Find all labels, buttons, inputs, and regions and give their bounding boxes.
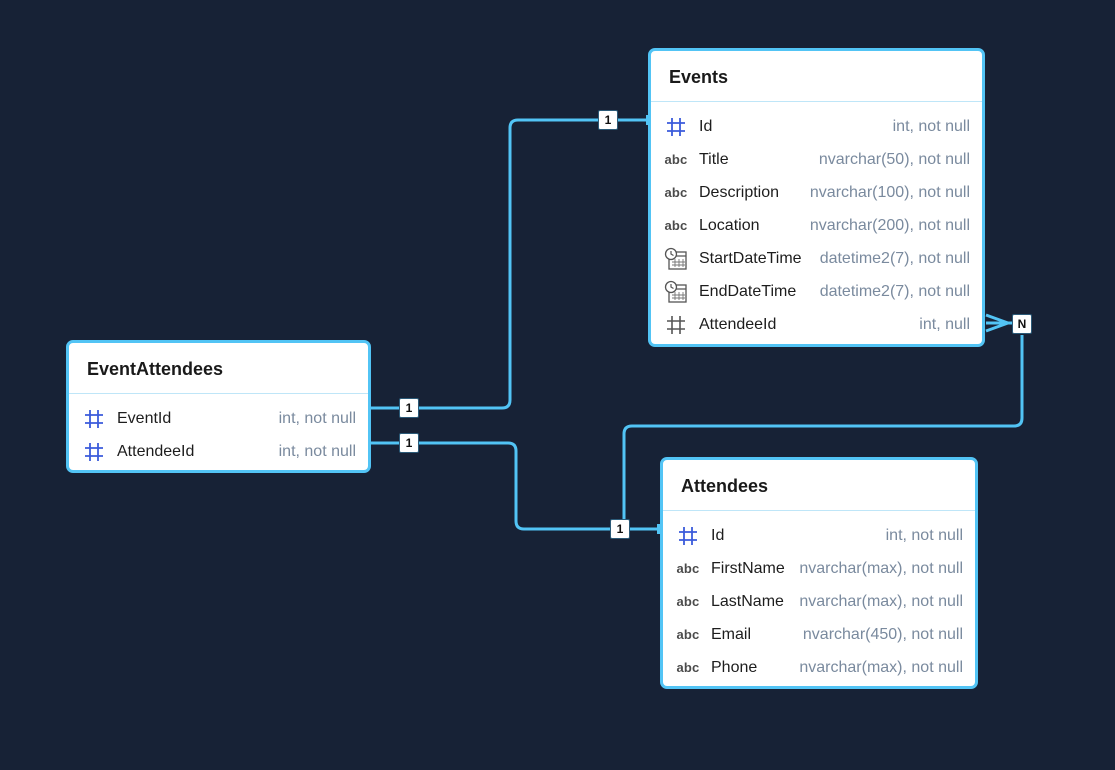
column-row-email[interactable]: abc Email nvarchar(450), not null [663,618,975,651]
column-type: nvarchar(50), not null [818,150,970,168]
column-type: int, not null [278,409,356,427]
cardinality-badge-eventattendees-attendeeid: 1 [399,433,419,453]
table-title[interactable]: Events [651,51,982,102]
relationship-line-attendeeid-attendees[interactable] [370,441,660,531]
text-abc-icon: abc [676,561,700,576]
hash-icon [663,313,689,337]
column-name: Title [699,150,729,168]
datetime-icon [663,247,689,271]
text-abc-icon: abc [664,218,688,233]
column-type: int, not null [885,526,963,544]
column-row-startdatetime[interactable]: StartDateTime datetime2(7), not null [651,242,982,275]
crows-foot-marker [985,313,1009,333]
column-type: int, not null [278,442,356,460]
column-type: nvarchar(450), not null [802,625,963,643]
column-name: Email [711,625,752,643]
column-list: Id int, not null abc FirstName nvarchar(… [663,511,975,684]
hash-key-icon [81,440,107,464]
column-type: datetime2(7), not null [819,249,970,267]
column-list: Id int, not null abc Title nvarchar(50),… [651,102,982,341]
column-row-location[interactable]: abc Location nvarchar(200), not null [651,209,982,242]
column-row-description[interactable]: abc Description nvarchar(100), not null [651,176,982,209]
text-abc-icon: abc [676,660,700,675]
column-row-lastname[interactable]: abc LastName nvarchar(max), not null [663,585,975,618]
column-name: EventId [117,409,172,427]
column-row-eventid[interactable]: EventId int, not null [69,402,368,435]
column-row-title[interactable]: abc Title nvarchar(50), not null [651,143,982,176]
column-name: Id [699,117,713,135]
table-attendees[interactable]: Attendees Id int, not null abc FirstName… [660,457,978,689]
table-title[interactable]: EventAttendees [69,343,368,394]
column-name: StartDateTime [699,249,802,267]
table-title[interactable]: Attendees [663,460,975,511]
text-abc-icon: abc [664,185,688,200]
column-type: nvarchar(max), not null [799,559,963,577]
hash-key-icon [81,407,107,431]
column-type: nvarchar(max), not null [799,592,963,610]
column-name: AttendeeId [699,315,777,333]
column-name: Id [711,526,725,544]
hash-key-icon [663,115,689,139]
column-row-attendeeid[interactable]: AttendeeId int, not null [69,435,368,468]
text-abc-icon: abc [676,627,700,642]
cardinality-badge-attendees-id: 1 [610,519,630,539]
text-abc-icon: abc [664,152,688,167]
column-name: Phone [711,658,758,676]
column-name: FirstName [711,559,785,577]
column-name: AttendeeId [117,442,195,460]
column-row-attendeeid[interactable]: AttendeeId int, null [651,308,982,341]
column-type: nvarchar(100), not null [809,183,970,201]
column-type: nvarchar(200), not null [809,216,970,234]
column-row-phone[interactable]: abc Phone nvarchar(max), not null [663,651,975,684]
column-name: Description [699,183,780,201]
column-row-id[interactable]: Id int, not null [651,110,982,143]
column-type: nvarchar(max), not null [799,658,963,676]
cardinality-badge-events-id: 1 [598,110,618,130]
column-type: int, not null [892,117,970,135]
text-abc-icon: abc [676,594,700,609]
column-list: EventId int, not null AttendeeId int, no… [69,394,368,468]
column-name: EndDateTime [699,282,797,300]
table-events[interactable]: Events Id int, not null abc Title nvarch… [648,48,985,347]
column-type: int, null [919,315,970,333]
hash-key-icon [675,524,701,548]
table-eventattendees[interactable]: EventAttendees EventId int, not null Att… [66,340,371,473]
column-row-id[interactable]: Id int, not null [663,519,975,552]
cardinality-badge-eventattendees-eventid: 1 [399,398,419,418]
relationship-line-eventid-events[interactable] [370,118,646,410]
column-type: datetime2(7), not null [819,282,970,300]
cardinality-badge-n: N [1012,314,1032,334]
datetime-icon [663,280,689,304]
column-row-enddatetime[interactable]: EndDateTime datetime2(7), not null [651,275,982,308]
column-name: Location [699,216,760,234]
column-name: LastName [711,592,784,610]
column-row-firstname[interactable]: abc FirstName nvarchar(max), not null [663,552,975,585]
